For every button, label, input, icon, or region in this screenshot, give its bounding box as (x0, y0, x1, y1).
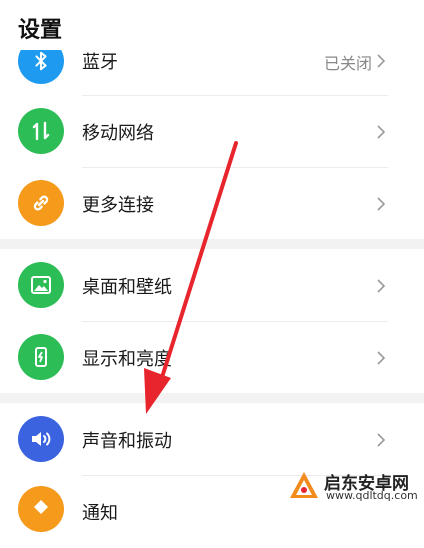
chevron-right-icon (377, 351, 386, 365)
chevron-right-icon (377, 125, 386, 139)
chevron-right-icon (377, 54, 386, 68)
speaker-icon (18, 416, 64, 462)
settings-item-label: 显示和亮度 (82, 349, 172, 370)
wallpaper-icon (18, 262, 64, 308)
section-divider (0, 239, 424, 249)
link-icon (18, 180, 64, 226)
header: 设置 (0, 0, 424, 50)
bell-icon (18, 486, 64, 532)
settings-item-more-connections[interactable]: 更多连接 (0, 168, 424, 240)
watermark: 启东安卓网 www.qdltdq.com (288, 469, 418, 503)
watermark-url: www.qdltdq.com (326, 489, 418, 502)
brightness-icon (18, 334, 64, 380)
section-divider (0, 393, 424, 403)
mobile-data-icon (18, 108, 64, 154)
settings-item-label: 声音和振动 (82, 431, 172, 452)
settings-item-label: 桌面和壁纸 (82, 277, 172, 298)
bluetooth-status: 已关闭 (323, 54, 372, 73)
chevron-right-icon (377, 197, 386, 211)
chevron-right-icon (377, 433, 386, 447)
settings-item-desktop-wallpaper[interactable]: 桌面和壁纸 (0, 250, 424, 322)
settings-item-mobile-network[interactable]: 移动网络 (0, 96, 424, 168)
settings-item-display-brightness[interactable]: 显示和亮度 (0, 322, 424, 394)
settings-item-label: 移动网络 (82, 123, 154, 144)
page-title: 设置 (18, 18, 63, 43)
settings-item-label: 更多连接 (82, 195, 154, 216)
watermark-logo-icon (290, 472, 318, 498)
settings-item-label: 通知 (82, 503, 118, 524)
settings-item-sound-vibration[interactable]: 声音和振动 (0, 404, 424, 476)
chevron-right-icon (377, 279, 386, 293)
settings-item-label: 蓝牙 (82, 52, 118, 73)
